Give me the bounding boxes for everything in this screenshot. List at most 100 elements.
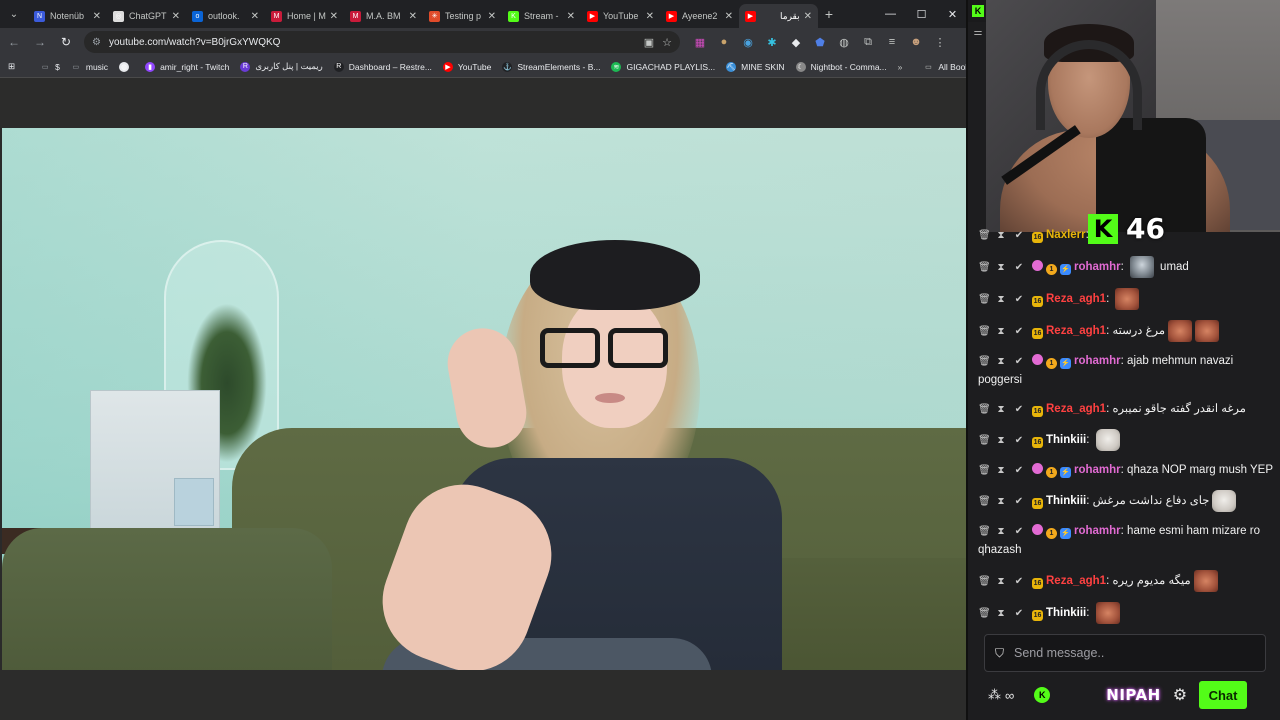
tab-close-icon[interactable]: ✕	[330, 11, 338, 22]
check-icon[interactable]: ✔	[1014, 400, 1024, 419]
check-icon[interactable]: ✔	[1014, 352, 1024, 371]
hourglass-icon[interactable]: ⧗	[996, 522, 1006, 541]
hourglass-icon[interactable]: ⧗	[996, 290, 1006, 310]
bookmark-star-icon[interactable]: ☆	[662, 36, 672, 49]
extension-counter-icon[interactable]: ◉	[736, 30, 760, 54]
profile-avatar[interactable]: ☻	[904, 30, 928, 54]
face-emote-icon[interactable]	[1193, 570, 1218, 593]
kick-coin-icon[interactable]: K	[1034, 687, 1051, 703]
minimize-button[interactable]: —	[875, 0, 906, 28]
cast-icon[interactable]: ▣	[644, 36, 654, 49]
extension-shield-icon[interactable]: ⬟	[808, 30, 832, 54]
hourglass-icon[interactable]: ⧗	[996, 604, 1006, 624]
check-icon[interactable]: ✔	[1014, 572, 1024, 592]
check-icon[interactable]: ✔	[1014, 461, 1024, 480]
extension-cookie-icon[interactable]: ●	[712, 30, 736, 54]
face-emote-icon[interactable]	[1195, 320, 1219, 343]
tab-close-icon[interactable]: ✕	[172, 11, 180, 22]
send-message-input[interactable]: ⛉ Send message..	[984, 634, 1266, 672]
chat-username[interactable]: Reza_agh1	[1046, 325, 1106, 337]
chat-username[interactable]: Reza_agh1	[1046, 403, 1106, 415]
gear-icon[interactable]: ⚙	[1173, 685, 1187, 705]
face-emote-icon[interactable]	[1095, 602, 1120, 625]
check-icon[interactable]: ✔	[1014, 522, 1024, 541]
browser-tab[interactable]: ▶ Ayeene2 ✕	[660, 4, 739, 28]
chat-username[interactable]: Thinkiii	[1046, 434, 1086, 446]
dude-emote-icon[interactable]	[1130, 256, 1155, 278]
address-bar[interactable]: ⚙ youtube.com/watch?v=B0jrGxYWQKQ ▣ ☆	[84, 31, 680, 53]
browser-menu-icon[interactable]: ⋮	[928, 30, 952, 54]
cat-emote-icon[interactable]	[1212, 490, 1237, 513]
bookmark-item[interactable]: ◍	[119, 61, 134, 72]
bookmark-item[interactable]: ▶ YouTube	[442, 61, 491, 72]
hourglass-icon[interactable]: ⧗	[996, 431, 1006, 451]
hourglass-icon[interactable]: ⧗	[996, 322, 1006, 342]
infinity-icon[interactable]: ∞	[1005, 688, 1014, 703]
video-frame[interactable]	[2, 128, 966, 720]
chat-username[interactable]: Reza_agh1	[1046, 293, 1106, 305]
tab-close-icon[interactable]: ✕	[93, 11, 101, 22]
chat-settings-slider-icon[interactable]: ⚌	[968, 22, 988, 42]
chat-username[interactable]: rohamhr	[1074, 464, 1121, 476]
check-icon[interactable]: ✔	[1014, 431, 1024, 451]
chat-username[interactable]: Thinkiii	[1046, 607, 1086, 619]
browser-tab[interactable]: ▶ YouTube ✕	[581, 4, 660, 28]
browser-tab[interactable]: o outlook. ✕	[186, 4, 265, 28]
url-text[interactable]: youtube.com/watch?v=B0jrGxYWQKQ	[109, 37, 636, 48]
extension-gift-icon[interactable]: ▦	[688, 30, 712, 54]
chat-username[interactable]: Reza_agh1	[1046, 575, 1106, 587]
tab-close-icon[interactable]: ✕	[725, 11, 733, 22]
close-window-button[interactable]: ✕	[937, 0, 968, 28]
youtube-player[interactable]	[0, 78, 968, 720]
back-button[interactable]: ←	[2, 30, 26, 54]
tab-close-icon[interactable]: ✕	[488, 11, 496, 22]
bookmark-item[interactable]: ⛏ MINE SKIN	[726, 61, 785, 72]
users-icon[interactable]: ⁂	[988, 687, 1001, 703]
face-emote-icon[interactable]	[1115, 288, 1140, 311]
check-icon[interactable]: ✔	[1014, 290, 1024, 310]
tab-close-icon[interactable]: ✕	[251, 11, 259, 22]
maximize-button[interactable]: ☐	[906, 0, 937, 28]
bookmark-item[interactable]: ▭ music	[71, 61, 109, 72]
tab-search-icon[interactable]: ⌄	[0, 0, 28, 28]
forward-button[interactable]: →	[28, 30, 52, 54]
hourglass-icon[interactable]: ⧗	[996, 461, 1006, 480]
tab-close-icon[interactable]: ✕	[646, 11, 654, 22]
bookmark-item[interactable]: R ریمیت | پنل کاربری	[240, 61, 323, 72]
chat-username[interactable]: rohamhr	[1074, 525, 1121, 537]
bookmark-item[interactable]: ▭ $	[40, 61, 60, 72]
browser-tab[interactable]: N Notenüb ✕	[28, 4, 107, 28]
trash-icon[interactable]: 🗑	[978, 461, 991, 480]
browser-tab[interactable]: ▶ بقرما ✕	[739, 4, 818, 28]
site-info-icon[interactable]: ⚙	[92, 37, 101, 48]
hourglass-icon[interactable]: ⧗	[996, 572, 1006, 592]
chat-username[interactable]: rohamhr	[1074, 261, 1121, 273]
chat-username[interactable]: Naxlerr	[1046, 229, 1086, 241]
new-tab-button[interactable]: +	[818, 6, 840, 22]
bookmarks-overflow-icon[interactable]: »	[898, 62, 903, 72]
browser-tab[interactable]: K Stream - ✕	[502, 4, 581, 28]
hourglass-icon[interactable]: ⧗	[996, 352, 1006, 371]
trash-icon[interactable]: 🗑	[978, 492, 991, 512]
apps-grid-icon[interactable]: ⊞	[8, 61, 15, 72]
face-emote-icon[interactable]	[1168, 320, 1192, 343]
hourglass-icon[interactable]: ⧗	[996, 400, 1006, 419]
bookmark-item[interactable]: ☾ Nightbot - Comma...	[795, 61, 887, 72]
hourglass-icon[interactable]: ⧗	[996, 492, 1006, 512]
hourglass-icon[interactable]: ⧗	[996, 226, 1006, 246]
check-icon[interactable]: ✔	[1014, 604, 1024, 624]
trash-icon[interactable]: 🗑	[978, 352, 991, 371]
bookmark-item[interactable]: ▮ amir_right - Twitch	[145, 61, 229, 72]
check-icon[interactable]: ✔	[1014, 322, 1024, 342]
trash-icon[interactable]: 🗑	[978, 522, 991, 541]
trash-icon[interactable]: 🗑	[978, 258, 991, 278]
tab-close-icon[interactable]: ✕	[804, 11, 812, 22]
media-control-icon[interactable]: ≡	[880, 30, 904, 54]
cat-emote-icon[interactable]	[1095, 429, 1120, 452]
trash-icon[interactable]: 🗑	[978, 322, 991, 342]
extensions-puzzle-icon[interactable]: ⧉	[856, 30, 880, 54]
trash-icon[interactable]: 🗑	[978, 572, 991, 592]
trash-icon[interactable]: 🗑	[978, 400, 991, 419]
check-icon[interactable]: ✔	[1014, 258, 1024, 278]
extension-diamond-icon[interactable]: ◆	[784, 30, 808, 54]
